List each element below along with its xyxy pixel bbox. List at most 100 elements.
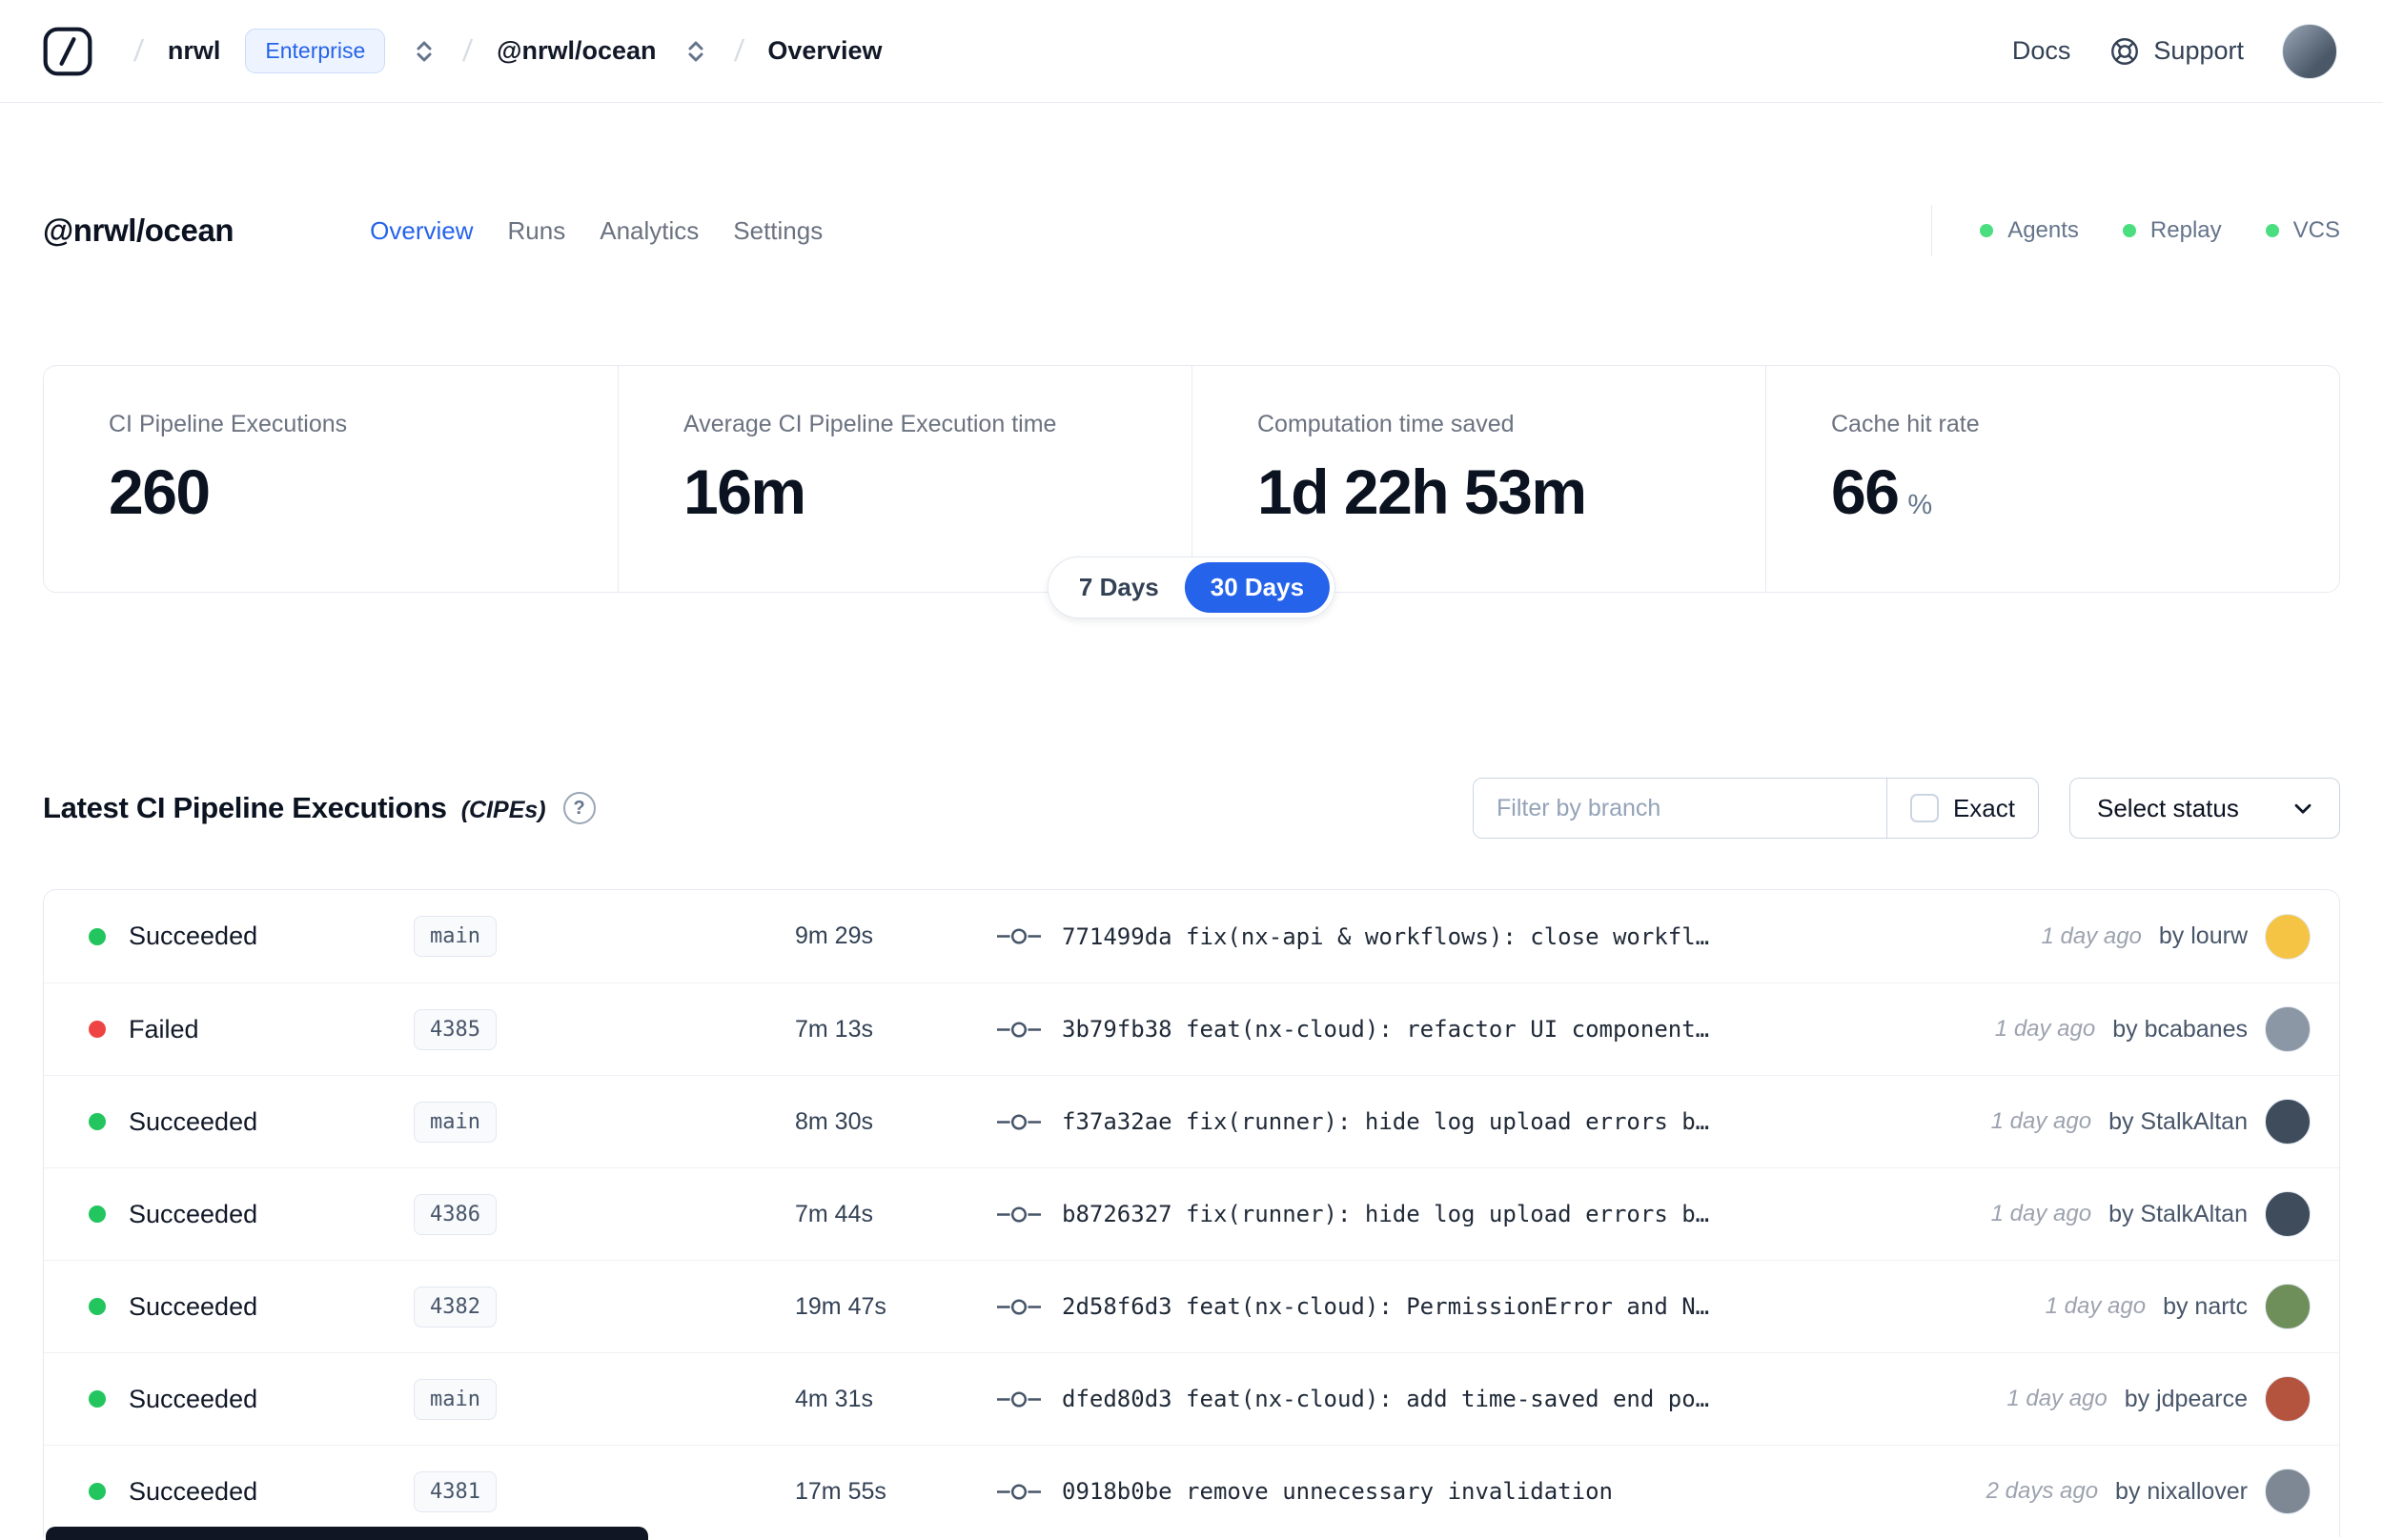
status-dot xyxy=(89,1113,106,1130)
branch-badge: 4381 xyxy=(414,1470,497,1512)
breadcrumb-workspace[interactable]: @nrwl/ocean xyxy=(497,36,656,66)
branch-cell: main xyxy=(414,916,795,957)
main-content: @nrwl/ocean Overview Runs Analytics Sett… xyxy=(0,205,2383,1537)
author: by nixallover xyxy=(2115,1477,2248,1505)
breadcrumb-separator: / xyxy=(132,33,145,68)
cipe-table: Succeeded main 9m 29s 771499da fix(nx-ap… xyxy=(43,889,2340,1537)
relative-time: 1 day ago xyxy=(1990,1108,2092,1134)
commit-message: dfed80d3 feat(nx-cloud): add time-saved … xyxy=(1062,1386,1710,1412)
stat-label: Average CI Pipeline Execution time xyxy=(683,411,1057,437)
status-cell: Succeeded xyxy=(44,1200,414,1229)
range-30-days-button[interactable]: 30 Days xyxy=(1184,562,1331,613)
status-cell: Succeeded xyxy=(44,1292,414,1322)
range-7-days-button[interactable]: 7 Days xyxy=(1053,562,1185,613)
status-label: Succeeded xyxy=(129,1476,258,1506)
git-commit-icon xyxy=(997,1298,1041,1315)
branch-filter-input[interactable] xyxy=(1474,779,1886,838)
green-dot-icon xyxy=(2265,224,2279,237)
relative-time: 2 days ago xyxy=(1986,1478,2099,1504)
stat-value: 16m xyxy=(683,456,806,527)
status-dot xyxy=(89,1021,106,1038)
legend-item-replay[interactable]: Replay xyxy=(2122,217,2222,244)
status-dot xyxy=(89,1206,106,1223)
user-avatar[interactable] xyxy=(2282,23,2337,79)
avatar xyxy=(2265,1284,2311,1329)
duration-cell: 7m 13s xyxy=(795,1015,873,1043)
cipe-row[interactable]: Succeeded 4381 17m 55s 0918b0be remove u… xyxy=(44,1445,2339,1537)
meta-cell: 2 days ago by nixallover xyxy=(1958,1469,2339,1514)
legend-item-agents[interactable]: Agents xyxy=(1980,217,2079,244)
cipe-row[interactable]: Succeeded 4382 19m 47s 2d58f6d3 feat(nx-… xyxy=(44,1260,2339,1352)
relative-time: 1 day ago xyxy=(1990,1201,2092,1226)
commit-cell: f37a32ae fix(runner): hide log upload er… xyxy=(997,1108,1963,1135)
commit-cell: 771499da fix(nx-api & workflows): close … xyxy=(997,923,2012,950)
meta-cell: 1 day ago by StalkAltan xyxy=(1963,1099,2339,1145)
exact-checkbox[interactable] xyxy=(1909,794,1939,822)
date-range-toggle: 7 Days 30 Days xyxy=(1047,557,1336,618)
meta-cell: 1 day ago by jdpearce xyxy=(1978,1376,2339,1422)
status-dot xyxy=(89,1298,106,1315)
author: by nartc xyxy=(2163,1292,2248,1320)
author: by StalkAltan xyxy=(2108,1107,2248,1135)
avatar xyxy=(2265,1469,2311,1514)
help-icon[interactable]: ? xyxy=(562,792,596,824)
page-title: @nrwl/ocean xyxy=(43,213,234,248)
stat-value-unit: % xyxy=(1907,490,1933,520)
green-dot-icon xyxy=(1980,224,1994,237)
workspace-header: @nrwl/ocean Overview Runs Analytics Sett… xyxy=(43,205,2340,256)
workspace-switcher-icon[interactable] xyxy=(682,37,710,66)
exact-label[interactable]: Exact xyxy=(1953,794,2015,823)
workspace-tabs: Overview Runs Analytics Settings xyxy=(370,216,823,246)
git-commit-icon xyxy=(997,1390,1041,1408)
status-select-label: Select status xyxy=(2097,793,2239,822)
legend-item-vcs[interactable]: VCS xyxy=(2265,217,2340,244)
status-select-button[interactable]: Select status xyxy=(2069,778,2340,839)
status-cell: Failed xyxy=(44,1015,414,1044)
support-link[interactable]: Support xyxy=(2108,35,2244,68)
status-cell: Succeeded xyxy=(44,1107,414,1137)
stat-value: 66% xyxy=(1831,456,2320,528)
cipe-row[interactable]: Succeeded main 8m 30s f37a32ae fix(runne… xyxy=(44,1075,2339,1167)
tab-overview[interactable]: Overview xyxy=(370,216,473,246)
tab-settings[interactable]: Settings xyxy=(733,216,823,246)
branch-cell: 4386 xyxy=(414,1193,795,1235)
branch-cell: main xyxy=(414,1378,795,1420)
branch-badge: main xyxy=(414,1101,497,1143)
breadcrumb-org[interactable]: nrwl xyxy=(168,36,221,66)
stat-value: 1d 22h 53m xyxy=(1257,456,1587,527)
stat-label: Cache hit rate xyxy=(1831,411,1980,437)
relative-time: 1 day ago xyxy=(2045,1293,2147,1319)
avatar xyxy=(2265,1376,2311,1422)
author: by StalkAltan xyxy=(2108,1200,2248,1227)
status-dot xyxy=(89,927,106,945)
git-commit-icon xyxy=(997,1113,1041,1130)
branch-cell: 4385 xyxy=(414,1008,795,1050)
avatar xyxy=(2265,913,2311,960)
commit-message: 3b79fb38 feat(nx-cloud): refactor UI com… xyxy=(1062,1016,1710,1043)
status-cell: Succeeded xyxy=(44,922,414,951)
avatar xyxy=(2265,1099,2311,1145)
commit-cell: b8726327 fix(runner): hide log upload er… xyxy=(997,1201,1963,1227)
cipe-row[interactable]: Succeeded main 9m 29s 771499da fix(nx-ap… xyxy=(44,890,2339,983)
commit-cell: 3b79fb38 feat(nx-cloud): refactor UI com… xyxy=(997,1016,1966,1043)
org-switcher-icon[interactable] xyxy=(410,37,438,66)
top-navbar: / nrwl Enterprise / @nrwl/ocean / Overvi… xyxy=(0,0,2383,103)
bottom-toast-partial xyxy=(46,1527,648,1540)
support-label: Support xyxy=(2153,36,2244,65)
commit-message: 2d58f6d3 feat(nx-cloud): PermissionError… xyxy=(1062,1293,1710,1320)
meta-cell: 1 day ago by lourw xyxy=(2012,913,2339,960)
stat-value: 260 xyxy=(109,456,211,527)
tab-analytics[interactable]: Analytics xyxy=(600,216,699,246)
branch-badge: 4385 xyxy=(414,1008,497,1050)
cipe-row[interactable]: Succeeded 4386 7m 44s b8726327 fix(runne… xyxy=(44,1167,2339,1260)
navbar-right: Docs Support xyxy=(2012,23,2337,79)
cipe-controls: Exact Select status xyxy=(1473,778,2340,839)
docs-link[interactable]: Docs xyxy=(2012,36,2071,66)
status-label: Failed xyxy=(129,1014,199,1044)
cipe-row[interactable]: Succeeded main 4m 31s dfed80d3 feat(nx-c… xyxy=(44,1352,2339,1445)
cipe-row[interactable]: Failed 4385 7m 13s 3b79fb38 feat(nx-clou… xyxy=(44,983,2339,1075)
cipe-section-title: Latest CI Pipeline Executions xyxy=(43,791,447,824)
tab-runs[interactable]: Runs xyxy=(508,216,566,246)
nx-cloud-logo-icon[interactable] xyxy=(41,25,94,78)
duration-cell: 17m 55s xyxy=(795,1477,886,1505)
